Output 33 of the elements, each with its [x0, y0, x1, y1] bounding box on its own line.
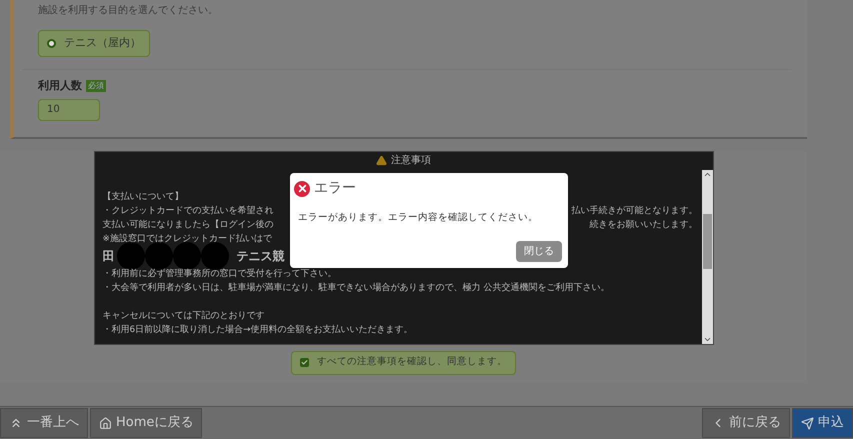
purpose-hint: 施設を利用する目的を選んでください。 — [38, 4, 219, 18]
notice-text: ・クレジットカードでの支払いを希望され — [102, 204, 274, 218]
purpose-option[interactable]: テニス（屋内） — [38, 30, 150, 57]
people-input[interactable]: 10 — [38, 98, 100, 120]
notice-text: キャンセルについては下記のとおりです — [102, 310, 264, 322]
error-icon — [294, 180, 310, 196]
scrollbar-thumb[interactable] — [702, 214, 712, 268]
close-button[interactable]: 閉じる — [516, 241, 562, 262]
heading-text: 田 — [102, 249, 114, 263]
radio-icon — [47, 39, 56, 48]
nav-button[interactable]: 前に戻る — [702, 408, 790, 438]
warning-icon — [376, 155, 387, 166]
scrollbar[interactable] — [702, 170, 712, 344]
home-icon — [99, 416, 112, 430]
notice-text: ・大会等で利用者が多い日は、駐車場が満車になり、駐車できない場合がありますので、極力 公共交通機関をご利用下さい。 — [102, 282, 610, 294]
submit-button[interactable]: 申込 — [792, 408, 853, 438]
heading-text: テニス競 — [236, 249, 284, 263]
notice-text: 続きをお願いいたします。 — [590, 218, 698, 232]
notice-text: ・利用前に必ず管理事務所の窓口で受付を行って下さい。 — [102, 268, 336, 280]
notice-title: 注意事項 — [391, 154, 431, 168]
notice-text: 【支払いについて】 — [102, 190, 184, 204]
nav-button[interactable]: 一番上へ — [0, 408, 88, 438]
notice-text: 支払い可能になりましたら【ログイン後の — [102, 218, 274, 232]
notice-text: 払い手続きが可能となります。 — [572, 204, 698, 218]
agree-checkbox[interactable]: すべての注意事項を確認し、同意します。 — [291, 350, 516, 374]
dialog-message: エラーがあります。エラー内容を確認してください。 — [297, 211, 539, 225]
notice-text: ※施設窓口ではクレジットカード払いはで — [102, 232, 272, 246]
people-label: 利用人数 — [38, 78, 82, 94]
dialog-title: エラー — [314, 179, 356, 198]
required-badge: 必須 — [86, 80, 106, 92]
notice-text: ・利用6日前以降に取り消した場合→使用料の全額をお支払いいただきます。 — [102, 324, 412, 336]
send-icon — [801, 416, 814, 430]
nav-button[interactable]: Homeに戻る — [90, 408, 202, 438]
